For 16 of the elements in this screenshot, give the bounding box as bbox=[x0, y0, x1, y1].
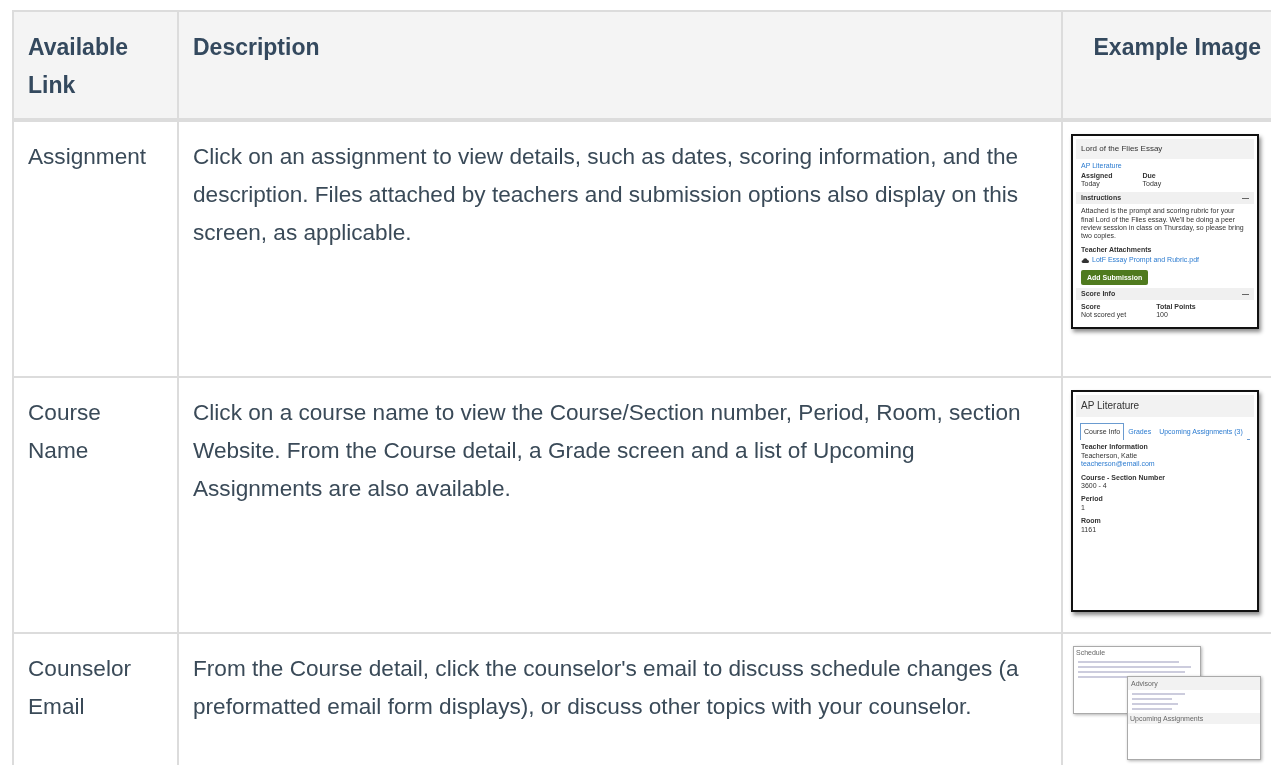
column-header: Available Link bbox=[14, 12, 179, 122]
screenshot-title: Lord of the Flies Essay bbox=[1076, 139, 1254, 159]
detail-line bbox=[1132, 708, 1172, 710]
cloud-icon bbox=[1081, 256, 1089, 264]
detail-line bbox=[1132, 693, 1185, 695]
description-cell: Click on an assignment to view details, such as dates, scoring information, and the description. Files attached by teachers and submission options also display on this screen, as applicable. bbox=[179, 122, 1063, 378]
column-header: Description bbox=[179, 12, 1063, 122]
detail-line bbox=[1132, 698, 1172, 700]
link-name-cell: Assignment bbox=[14, 122, 179, 378]
description-cell: Click on a course name to view the Course/Section number, Period, Room, section Website. From the Course detail, a Grade screen and a list of Upcoming Assignments are also available. bbox=[179, 378, 1063, 634]
detail-line bbox=[1132, 703, 1179, 705]
screenshot-title: AP Literature bbox=[1076, 395, 1254, 417]
link-name-cell: Counselor Email bbox=[14, 634, 179, 765]
column-header: Example Image bbox=[1063, 12, 1271, 122]
description-cell: From the Course detail, click the counselor's email to discuss schedule changes (a preformatted email form displays), or discuss other topics with your counselor. bbox=[179, 634, 1063, 765]
link-name-cell: Course Name bbox=[14, 378, 179, 634]
